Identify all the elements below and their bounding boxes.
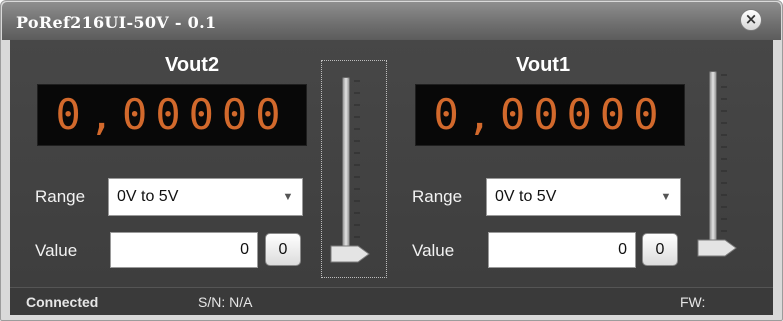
range-select-value: 0V to 5V: [495, 188, 557, 205]
value-input[interactable]: 0: [110, 232, 258, 268]
close-icon[interactable]: ×: [745, 10, 758, 28]
app-window: PoRef216UI-50V - 0.1 × Vout2 0,00000 Ran…: [0, 0, 783, 321]
title-bar[interactable]: PoRef216UI-50V - 0.1 ×: [2, 2, 781, 40]
status-bar: Connected S/N: N/A FW:: [10, 287, 773, 315]
firmware-version: FW:: [680, 294, 706, 310]
chevron-down-icon[interactable]: ▼: [652, 179, 680, 215]
close-button[interactable]: ×: [740, 9, 762, 31]
voltage-display: 0,00000: [37, 84, 307, 146]
serial-number: S/N: N/A: [198, 294, 253, 310]
zero-button[interactable]: 0: [642, 233, 678, 266]
vout1-slider[interactable]: [691, 65, 757, 275]
range-label: Range: [35, 187, 86, 206]
main-panel: Vout2 0,00000 Range 0V to 5V ▼ Value 0 0: [10, 40, 773, 287]
range-select[interactable]: 0V to 5V ▼: [486, 178, 681, 216]
value-label: Value: [35, 241, 78, 260]
channel-title: Vout2: [165, 54, 220, 76]
zero-button[interactable]: 0: [265, 233, 301, 266]
slider-ticks: [354, 80, 360, 250]
slider-ticks: [721, 74, 727, 244]
range-label: Range: [412, 187, 463, 206]
voltage-display: 0,00000: [415, 84, 685, 146]
slider-track[interactable]: [709, 71, 717, 255]
slider-thumb-icon[interactable]: [697, 238, 737, 258]
slider-track[interactable]: [342, 77, 350, 261]
range-select[interactable]: 0V to 5V ▼: [108, 178, 303, 216]
chevron-down-icon[interactable]: ▼: [274, 179, 302, 215]
window-title: PoRef216UI-50V - 0.1: [16, 13, 217, 32]
value-input[interactable]: 0: [488, 232, 636, 268]
range-select-value: 0V to 5V: [117, 188, 179, 205]
connection-status: Connected: [26, 294, 99, 310]
slider-thumb-icon[interactable]: [330, 244, 370, 264]
value-label: Value: [412, 241, 455, 260]
channel-title: Vout1: [516, 54, 571, 76]
vout2-slider[interactable]: [321, 60, 387, 278]
